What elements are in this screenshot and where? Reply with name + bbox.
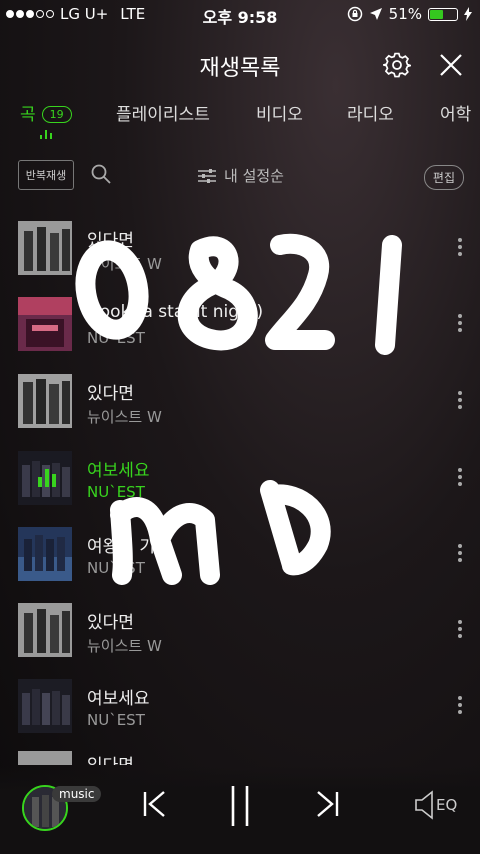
now-playing-indicator-icon bbox=[40, 130, 52, 139]
status-right: 51% bbox=[347, 5, 472, 23]
track-title: 여보세요 bbox=[87, 689, 150, 709]
gear-icon bbox=[383, 52, 411, 78]
tab-songs[interactable]: 곡 19 bbox=[20, 100, 72, 125]
track-title: 있다면 bbox=[87, 613, 134, 633]
track-row[interactable]: 여보세요 NU`EST bbox=[0, 679, 480, 739]
eq-button[interactable]: EQ bbox=[414, 790, 457, 820]
next-button[interactable] bbox=[312, 788, 344, 824]
rotation-lock-icon bbox=[347, 6, 362, 22]
charging-bolt-icon bbox=[464, 7, 472, 21]
track-title: Hook (a starlit night) bbox=[87, 302, 264, 322]
album-art bbox=[18, 374, 72, 428]
track-artist: 뉴이스트 W bbox=[87, 255, 162, 273]
more-options-icon[interactable] bbox=[458, 238, 462, 256]
close-icon bbox=[440, 54, 462, 76]
album-art bbox=[18, 451, 72, 505]
more-options-icon[interactable] bbox=[458, 696, 462, 714]
album-art bbox=[18, 751, 72, 765]
more-options-icon[interactable] bbox=[458, 544, 462, 562]
next-icon bbox=[317, 791, 339, 817]
more-options-icon[interactable] bbox=[458, 391, 462, 409]
song-count-badge: 19 bbox=[41, 106, 72, 123]
list-toolbar: 반복재생 내 설정순 편집 bbox=[0, 158, 480, 196]
track-row-playing[interactable]: 여보세요 NU`EST bbox=[0, 451, 480, 511]
pause-icon bbox=[231, 786, 249, 826]
playlist-header: 재생목록 bbox=[0, 44, 480, 84]
previous-button[interactable] bbox=[138, 788, 170, 824]
settings-button[interactable] bbox=[382, 50, 412, 80]
close-button[interactable] bbox=[436, 50, 466, 80]
track-row[interactable]: 있다면 뉴이스트 W bbox=[0, 221, 480, 281]
track-artist: NU`EST bbox=[87, 329, 145, 347]
track-title: 있다면 bbox=[87, 231, 134, 251]
track-artist: NU`EST bbox=[87, 711, 145, 729]
album-art bbox=[18, 527, 72, 581]
mini-player: music EQ bbox=[0, 766, 480, 854]
sort-sliders-icon bbox=[198, 168, 216, 183]
track-artist: NU`EST bbox=[87, 483, 145, 501]
track-artist: NU`EST bbox=[87, 559, 145, 577]
repeat-label: 반복재생 bbox=[25, 169, 67, 182]
tab-playlists[interactable]: 플레이리스트 bbox=[116, 100, 210, 125]
tab-label: 곡 bbox=[20, 105, 36, 125]
music-badge: music bbox=[52, 786, 102, 802]
track-row[interactable]: 여왕의 기사 NU`EST bbox=[0, 527, 480, 587]
search-icon bbox=[91, 164, 111, 184]
battery-icon bbox=[428, 7, 458, 21]
tab-videos[interactable]: 비디오 bbox=[256, 100, 303, 125]
track-row[interactable]: 있다면 뉴이스트 W bbox=[0, 603, 480, 663]
track-title: 있다면 bbox=[87, 751, 134, 765]
tab-language[interactable]: 어학 bbox=[440, 100, 471, 125]
track-artist: 뉴이스트 W bbox=[87, 637, 162, 655]
repeat-button[interactable]: 반복재생 bbox=[18, 160, 74, 190]
track-row[interactable]: Hook (a starlit night) NU`EST bbox=[0, 297, 480, 357]
track-row-partial[interactable]: 있다면 bbox=[0, 751, 480, 765]
tab-radio[interactable]: 라디오 bbox=[347, 100, 394, 125]
track-title: 여보세요 bbox=[87, 461, 150, 481]
more-options-icon[interactable] bbox=[458, 620, 462, 638]
more-options-icon[interactable] bbox=[458, 468, 462, 486]
playing-equalizer-icon bbox=[38, 469, 56, 487]
track-artist: 뉴이스트 W bbox=[87, 408, 162, 426]
sort-button[interactable]: 내 설정순 bbox=[198, 165, 284, 186]
track-row[interactable]: 있다면 뉴이스트 W bbox=[0, 374, 480, 434]
album-art bbox=[18, 297, 72, 351]
more-options-icon[interactable] bbox=[458, 314, 462, 332]
track-title: 여왕의 기사 bbox=[87, 537, 171, 557]
status-bar: LG U+ LTE 오후 9:58 51% bbox=[0, 0, 480, 28]
sort-label: 내 설정순 bbox=[224, 167, 284, 185]
eq-label: EQ bbox=[436, 796, 458, 814]
album-art bbox=[18, 603, 72, 657]
track-title: 있다면 bbox=[87, 384, 134, 404]
speaker-icon bbox=[415, 790, 433, 820]
category-tabs: 곡 19 플레이리스트 비디오 라디오 어학 bbox=[0, 96, 480, 142]
pause-button[interactable] bbox=[226, 784, 254, 832]
location-arrow-icon bbox=[369, 8, 382, 20]
album-art bbox=[18, 679, 72, 733]
search-button[interactable] bbox=[90, 163, 114, 187]
battery-percent: 51% bbox=[388, 5, 422, 23]
edit-button[interactable]: 편집 bbox=[423, 165, 464, 190]
previous-icon bbox=[143, 791, 165, 817]
album-art bbox=[18, 221, 72, 275]
